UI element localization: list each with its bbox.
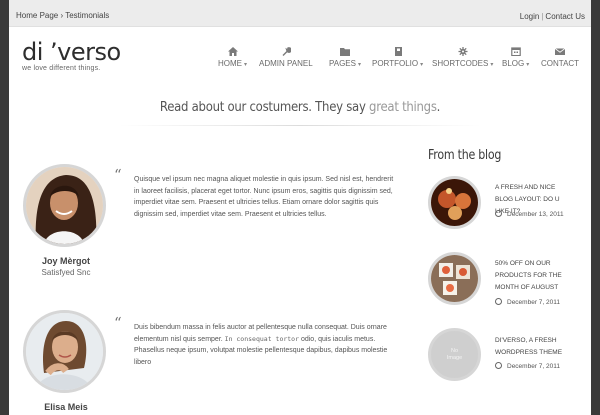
post-date-text: December 13, 2011 bbox=[507, 211, 564, 218]
no-image-label: No Image bbox=[446, 347, 463, 361]
breadcrumb-home-link[interactable]: Home Page bbox=[16, 11, 58, 20]
clock-icon bbox=[495, 362, 502, 369]
chevron-down-icon: ▾ bbox=[490, 62, 494, 68]
post-thumbnail-placeholder[interactable]: No Image bbox=[428, 328, 481, 381]
banner-end: . bbox=[436, 100, 441, 115]
blog-section-title: From the blog bbox=[428, 148, 502, 163]
site-logo[interactable]: di ’verso we love different things. bbox=[22, 40, 121, 72]
post-date-text: December 7, 2011 bbox=[507, 363, 560, 370]
banner-divider bbox=[119, 125, 481, 126]
nav-item-portfolio[interactable]: PORTFOLIO ▾ bbox=[372, 47, 423, 68]
post-date: December 13, 2011 bbox=[495, 210, 575, 220]
avatar bbox=[23, 164, 106, 247]
testimonial-code-text: In consequat tortor bbox=[224, 334, 300, 343]
testimonial-author-name: Elisa Meis bbox=[44, 402, 88, 412]
post-title-link[interactable]: Di'verso, a fresh Wordpress theme bbox=[495, 335, 575, 359]
testimonial-author-name: Joy Mèrgot bbox=[41, 256, 90, 266]
nav-label: PAGES bbox=[329, 59, 356, 68]
post-title-link[interactable]: 50% off on our products for the month of… bbox=[495, 258, 575, 294]
nav-label: PORTFOLIO bbox=[372, 59, 419, 68]
top-links: Login | Contact Us bbox=[520, 12, 585, 21]
nav-item-admin-panel[interactable]: ADMIN PANEL bbox=[259, 47, 313, 68]
testimonial-text: Quisque vel ipsum nec magna aliquet mole… bbox=[134, 176, 394, 218]
post-thumbnail-image bbox=[431, 179, 478, 226]
clock-icon bbox=[495, 298, 502, 305]
nav-item-blog[interactable]: BLOG ▾ bbox=[502, 47, 529, 68]
breadcrumb-current: Testimonials bbox=[65, 11, 110, 20]
contact-us-link[interactable]: Contact Us bbox=[545, 12, 585, 21]
chevron-down-icon: ▾ bbox=[526, 62, 530, 68]
quote-mark-icon: “ bbox=[114, 314, 122, 332]
book-icon bbox=[394, 47, 402, 56]
wrench-icon bbox=[282, 47, 291, 56]
logo-tagline: we love different things. bbox=[22, 65, 101, 72]
folder-icon bbox=[340, 48, 350, 56]
nav-item-pages[interactable]: PAGES ▾ bbox=[329, 47, 361, 68]
calendar-icon bbox=[510, 47, 521, 56]
logo-name: di ’verso bbox=[22, 38, 121, 66]
page-banner: Read about our costumers. They say great… bbox=[38, 100, 562, 115]
page: Home Page › Testimonials Login | Contact U… bbox=[9, 0, 591, 415]
gear-icon bbox=[458, 47, 468, 56]
post-thumbnail[interactable] bbox=[428, 176, 481, 229]
nav-label: CONTACT bbox=[541, 59, 580, 68]
avatar bbox=[23, 310, 106, 393]
post-date-text: December 7, 2011 bbox=[507, 299, 560, 306]
top-link-separator: | bbox=[541, 12, 544, 21]
chevron-down-icon: ▾ bbox=[420, 62, 424, 68]
avatar-photo bbox=[26, 313, 103, 390]
testimonial-author-company: Satisfyed Snc bbox=[41, 268, 91, 277]
nav-label: SHORTCODES bbox=[432, 59, 489, 68]
mail-icon bbox=[555, 48, 566, 55]
nav-label: ADMIN PANEL bbox=[259, 59, 313, 68]
testimonial-text: Duis bibendum massa in felis auctor at p… bbox=[134, 322, 396, 368]
quote-mark-icon: “ bbox=[114, 166, 122, 184]
chevron-down-icon: ▾ bbox=[244, 62, 248, 68]
chevron-down-icon: ▾ bbox=[357, 62, 361, 68]
nav-item-contact[interactable]: CONTACT bbox=[541, 47, 579, 68]
nav-item-shortcodes[interactable]: SHORTCODES ▾ bbox=[432, 47, 493, 68]
nav-label: BLOG bbox=[502, 59, 525, 68]
post-thumbnail-image bbox=[431, 255, 478, 302]
top-bar: Home Page › Testimonials Login | Contact U… bbox=[9, 0, 591, 27]
post-thumbnail[interactable] bbox=[428, 252, 481, 305]
nav-item-home[interactable]: HOME ▾ bbox=[218, 47, 247, 68]
avatar-photo bbox=[26, 167, 103, 244]
login-link[interactable]: Login bbox=[520, 12, 540, 21]
home-icon bbox=[227, 47, 238, 56]
breadcrumb-separator: › bbox=[60, 11, 64, 20]
nav-label: HOME bbox=[218, 59, 242, 68]
banner-highlight: great things bbox=[369, 100, 437, 115]
clock-icon bbox=[495, 210, 502, 217]
banner-text: Read about our costumers. They say bbox=[159, 100, 370, 115]
post-date: December 7, 2011 bbox=[495, 298, 575, 308]
breadcrumb: Home Page › Testimonials bbox=[16, 11, 109, 20]
post-date: December 7, 2011 bbox=[495, 362, 575, 372]
